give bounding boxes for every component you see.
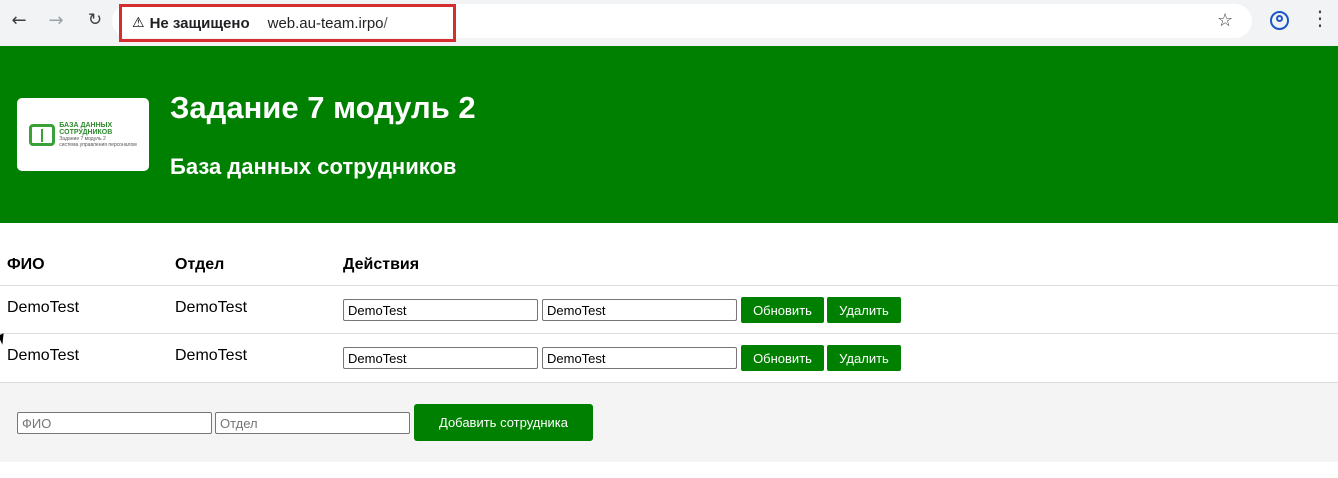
logo-line-4: система управления персоналом (59, 141, 137, 148)
book-icon (29, 123, 56, 146)
reload-icon[interactable]: ↻ (84, 9, 106, 31)
edit-dept-input[interactable] (542, 299, 737, 321)
cell-dept: DemoTest (175, 299, 248, 316)
table-row: DemoTest DemoTest Обновить Удалить (0, 285, 1338, 333)
forward-arrow-icon[interactable]: → (45, 9, 67, 31)
bookmark-star-icon[interactable]: ☆ (1217, 10, 1233, 31)
edit-fio-input[interactable] (343, 299, 538, 321)
cell-fio: DemoTest (7, 299, 80, 316)
warning-triangle-icon: ⚠ (132, 15, 145, 31)
new-fio-input[interactable] (17, 412, 212, 434)
update-button[interactable]: Обновить (741, 345, 824, 371)
column-header-dept: Отдел (175, 256, 225, 273)
edit-dept-input[interactable] (542, 347, 737, 369)
edit-fio-input[interactable] (343, 347, 538, 369)
update-button[interactable]: Обновить (741, 297, 824, 323)
page-title: Задание 7 модуль 2 (170, 90, 476, 125)
delete-button[interactable]: Удалить (827, 297, 901, 323)
page-subtitle: База данных сотрудников (170, 154, 457, 179)
url-host: web.au-team.irpo (267, 14, 384, 32)
kebab-menu-icon[interactable]: ⋮ (1310, 8, 1330, 28)
logo: БАЗА ДАННЫХ СОТРУДНИКОВ Задание 7 модуль… (17, 98, 149, 171)
cell-dept: DemoTest (175, 347, 248, 364)
security-label[interactable]: Не защищено (150, 15, 250, 32)
table-row: DemoTest DemoTest Обновить Удалить (0, 333, 1338, 381)
profile-icon[interactable] (1270, 11, 1289, 30)
add-employee-button[interactable]: Добавить сотрудника (414, 404, 593, 441)
url-tail: / (383, 14, 388, 32)
logo-line-1: БАЗА ДАННЫХ (59, 121, 113, 129)
cell-fio: DemoTest (7, 347, 80, 364)
page-header: БАЗА ДАННЫХ СОТРУДНИКОВ Задание 7 модуль… (0, 46, 1338, 223)
delete-button[interactable]: Удалить (827, 345, 901, 371)
add-employee-form: Добавить сотрудника (0, 382, 1338, 462)
logo-line-2: СОТРУДНИКОВ (59, 128, 113, 136)
back-arrow-icon[interactable]: ← (8, 9, 30, 31)
new-dept-input[interactable] (215, 412, 410, 434)
column-header-actions: Действия (343, 256, 420, 273)
url-highlight-box[interactable]: ⚠ Не защищено web.au-team.irpo/ (119, 4, 456, 42)
column-header-fio: ФИО (7, 256, 45, 273)
url-text[interactable]: web.au-team.irpo/ (268, 15, 388, 32)
browser-toolbar: ← → ↻ ⚠ Не защищено web.au-team.irpo/ ☆ … (0, 0, 1338, 46)
